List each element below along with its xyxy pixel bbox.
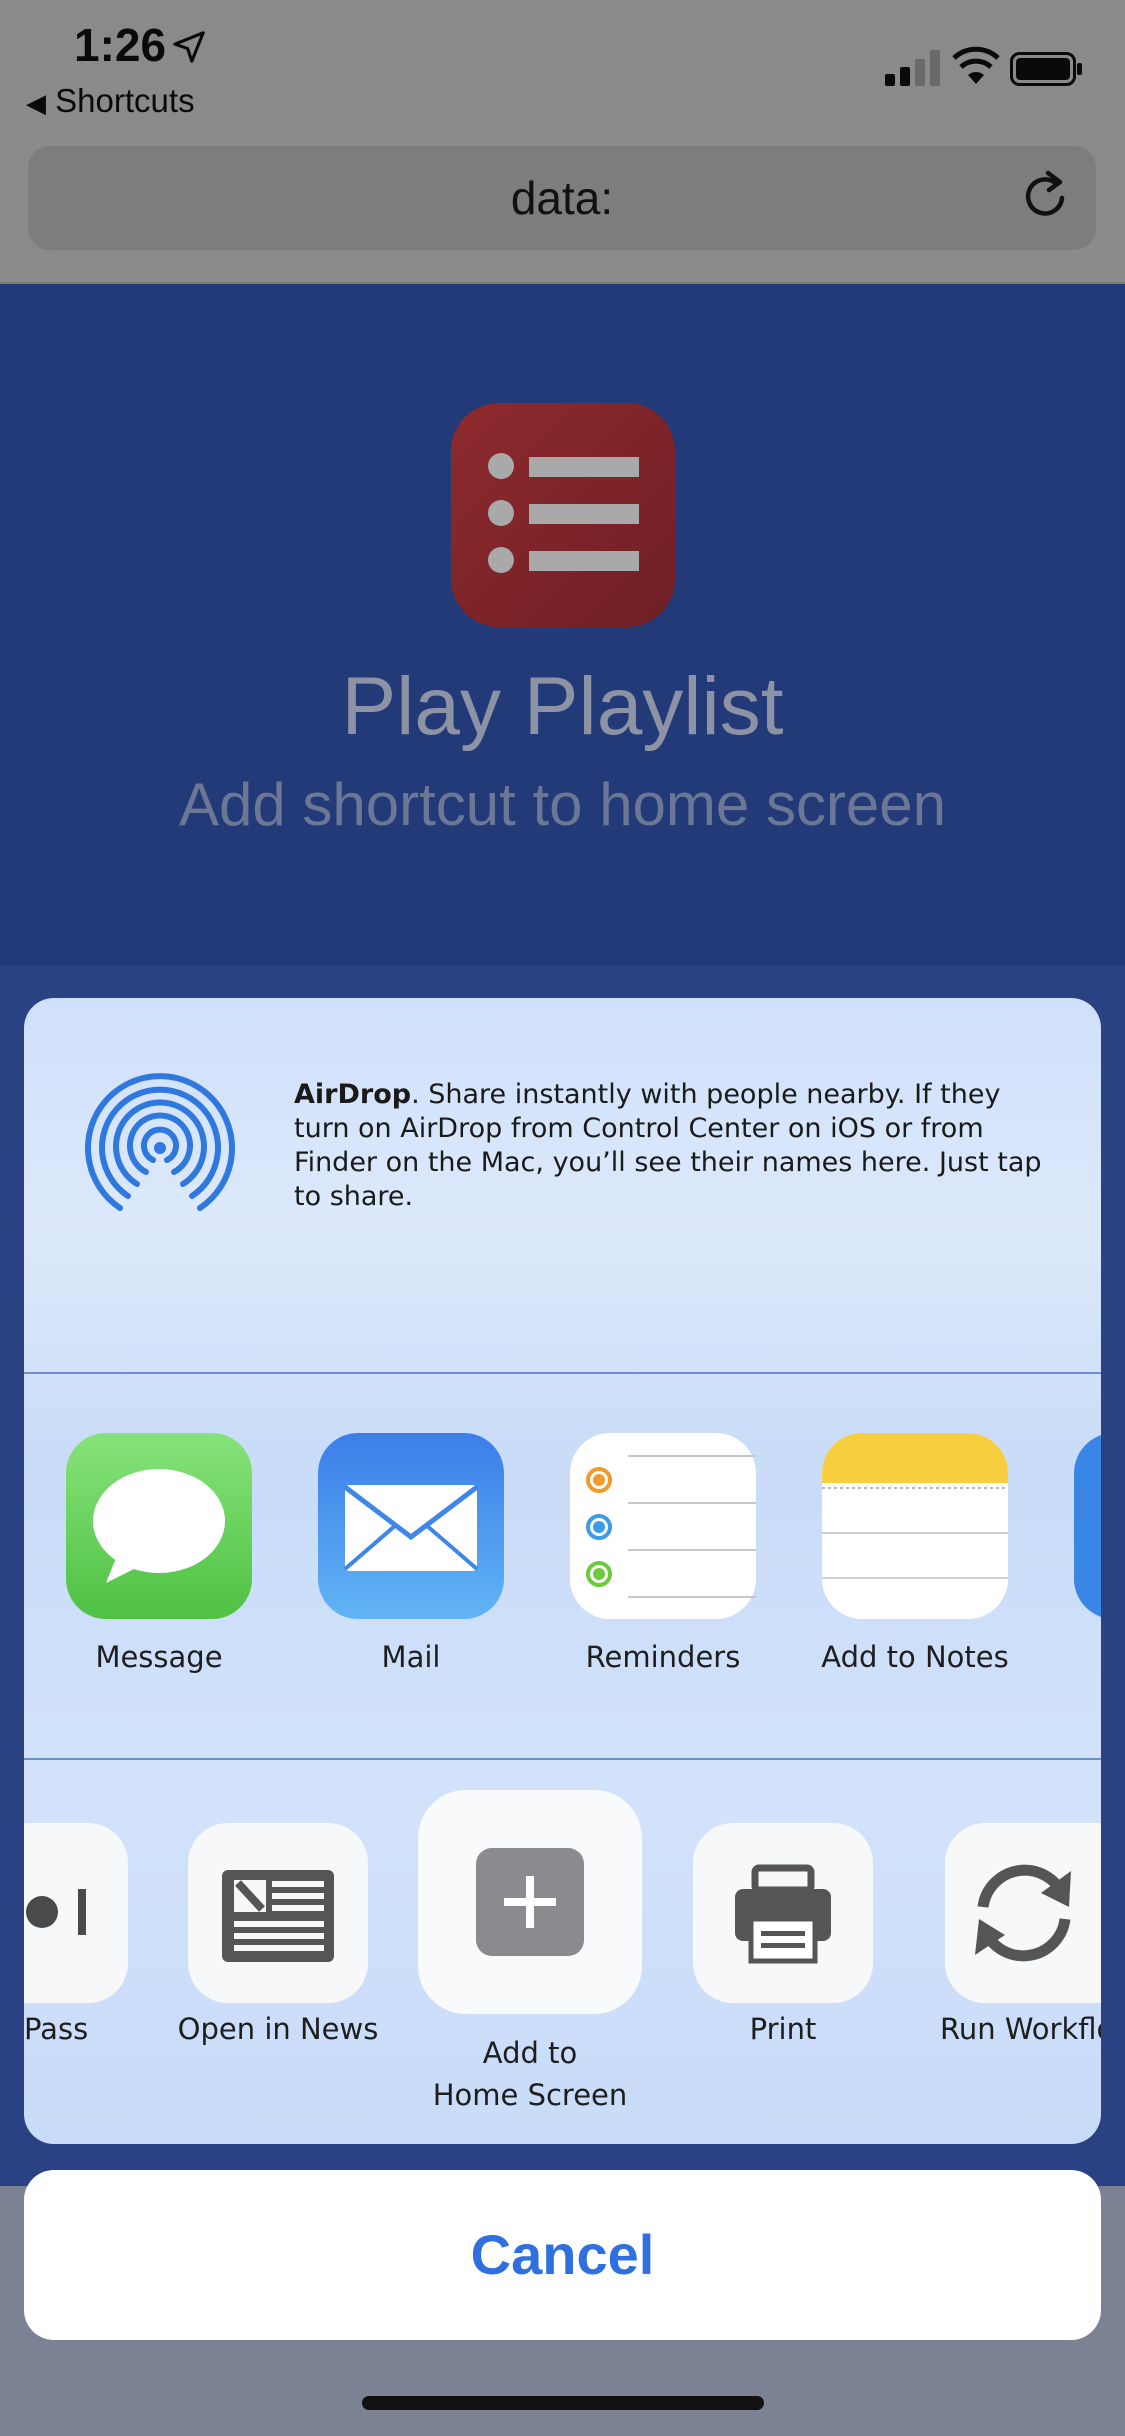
back-label: Shortcuts [55, 82, 195, 119]
address-text: data: [510, 172, 614, 224]
print-button[interactable] [693, 1823, 873, 2003]
open-in-news-button[interactable] [188, 1823, 368, 2003]
mail-label: Mail [381, 1640, 441, 1674]
add-icon [476, 1848, 584, 1956]
refresh-icon [975, 1864, 1071, 1962]
add-to-home-screen-label-line2: Home Screen [432, 2078, 628, 2112]
cellular-signal-icon [885, 50, 940, 86]
airdrop-title: AirDrop [294, 1079, 412, 1110]
run-workflow-label: Run Workflo [940, 2012, 1101, 2046]
news-icon [222, 1870, 334, 1962]
printer-icon [735, 1864, 831, 1964]
page-title: Play Playlist [341, 661, 784, 752]
list-icon [488, 453, 639, 573]
add-to-home-screen-button[interactable] [418, 1790, 642, 2014]
back-triangle-icon: ◀ [26, 88, 46, 118]
location-arrow-icon [173, 31, 205, 63]
status-time: 1:26 [74, 19, 167, 71]
reminders-icon [586, 1455, 756, 1598]
notes-label: Add to Notes [821, 1640, 1009, 1674]
wallet-pass-label: Pass [24, 2012, 89, 2046]
page-subtitle: Add shortcut to home screen [178, 771, 947, 838]
sheet-divider [24, 1372, 1101, 1374]
reload-icon[interactable] [1018, 168, 1074, 224]
mail-icon [343, 1485, 479, 1571]
cancel-label: Cancel [470, 2223, 655, 2286]
mail-app-button[interactable] [318, 1433, 504, 1619]
battery-icon [1010, 52, 1082, 86]
run-workflow-button[interactable] [945, 1823, 1101, 2003]
share-sheet: AirDrop. Share instantly with people nea… [24, 998, 1101, 2144]
message-icon [93, 1469, 225, 1583]
back-to-shortcuts-link[interactable]: ◀ Shortcuts [26, 82, 195, 120]
message-app-button[interactable] [66, 1433, 252, 1619]
reminders-label: Reminders [585, 1640, 741, 1674]
wifi-icon [952, 46, 1000, 84]
airdrop-description: AirDrop. Share instantly with people nea… [294, 1078, 1054, 1214]
notes-icon [822, 1433, 1008, 1579]
partial-app-button[interactable] [1074, 1433, 1101, 1619]
shortcut-app-icon [451, 403, 675, 627]
airdrop-icon[interactable] [80, 1068, 240, 1228]
wallet-pass-icon [26, 1889, 86, 1935]
reminders-app-button[interactable] [570, 1433, 756, 1619]
notes-app-button[interactable] [822, 1433, 1008, 1619]
print-label: Print [749, 2012, 817, 2046]
home-indicator[interactable] [362, 2396, 764, 2410]
wallet-pass-button[interactable] [24, 1823, 128, 2003]
sheet-divider [24, 1758, 1101, 1760]
message-label: Message [95, 1640, 223, 1674]
